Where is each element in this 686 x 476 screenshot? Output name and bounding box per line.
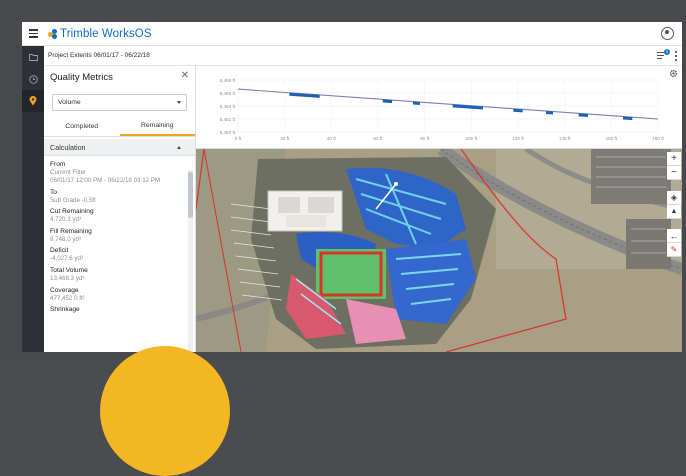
- chevron-up-icon: [177, 146, 181, 149]
- tab-completed[interactable]: Completed: [44, 117, 120, 136]
- locate-icon[interactable]: ◈: [667, 191, 681, 205]
- panel-title: Quality Metrics: [50, 71, 113, 83]
- row-deficit: Deficit -4,027.6 yd³: [50, 247, 195, 263]
- row-value: Current Filter: [50, 169, 87, 176]
- app-window: Trimble WorksOS Project Extents 06/01/17…: [22, 22, 682, 352]
- profile-line: [237, 88, 659, 120]
- zoom-in-icon[interactable]: +: [667, 152, 681, 166]
- x-tick-label: 0 ft: [235, 136, 242, 141]
- x-tick-label: 60 ft: [374, 136, 384, 141]
- tab-remaining[interactable]: Remaining: [119, 117, 195, 136]
- row-label: Coverage: [50, 286, 79, 294]
- profile-chart-svg: 5,468 ft 5,466 ft 5,464 ft 5,462 ft 5,460 ft…: [220, 78, 665, 141]
- hamburger-menu-icon[interactable]: [22, 22, 44, 46]
- row-label: Fill Remaining: [50, 227, 92, 235]
- clock-icon: [28, 74, 38, 84]
- quality-metrics-panel: Quality Metrics ✕ Volume Completed Remai…: [44, 66, 196, 352]
- decorative-orange-circle: [100, 346, 230, 476]
- x-tick-label: 180 ft: [652, 136, 664, 141]
- row-coverage: Coverage 477,452.0 ft²: [50, 287, 195, 303]
- row-value: -4,027.6 yd³: [50, 255, 84, 263]
- zoom-out-icon[interactable]: −: [667, 166, 681, 180]
- metric-tabs: Completed Remaining: [44, 117, 195, 137]
- y-tick-label: 5,460 ft: [220, 130, 236, 135]
- row-label: Total Volume: [50, 266, 88, 274]
- aerial-map-imagery: [196, 149, 682, 352]
- rail-item-quality[interactable]: [22, 90, 44, 112]
- terrain-icon[interactable]: ▲: [667, 205, 681, 219]
- row-value-range: 06/01/17 12:00 PM - 06/22/18 03:12 PM: [50, 177, 161, 184]
- filter-button[interactable]: 1: [657, 49, 670, 60]
- map-toolbar: + − ◈ ▲ ← ✎: [666, 149, 682, 352]
- location-pin-icon: [29, 96, 37, 106]
- chevron-down-icon: [177, 101, 181, 104]
- row-label: From: [50, 161, 66, 168]
- brand-logo: Trimble WorksOS: [48, 28, 152, 40]
- y-tick-label: 5,468 ft: [220, 78, 236, 83]
- row-label: Cut Remaining: [50, 208, 94, 216]
- more-options-icon[interactable]: [675, 51, 678, 61]
- left-nav-rail: [22, 46, 44, 352]
- row-value: 8,748.0 yd³: [50, 235, 81, 243]
- app-header: Trimble WorksOS: [22, 22, 682, 46]
- y-tick-label: 5,466 ft: [220, 91, 236, 96]
- filter-count-badge: 1: [664, 49, 670, 55]
- row-cut-remaining: Cut Remaining 4,720.3 yd³: [50, 208, 195, 224]
- row-value: 4,720.3 yd³: [50, 216, 81, 224]
- section-title: Calculation: [50, 142, 86, 152]
- project-bar: Project Extents 06/01/17 - 06/22/18 1: [44, 46, 682, 66]
- x-tick-label: 120 ft: [512, 136, 524, 141]
- profile-fill-bar: [413, 101, 420, 106]
- row-value: 477,452.0 ft²: [50, 294, 85, 302]
- gear-icon[interactable]: [669, 69, 678, 78]
- row-value: Sub Grade -0.5ft: [50, 196, 96, 204]
- x-tick-label: 100 ft: [466, 136, 478, 141]
- metric-select-value: Volume: [58, 99, 81, 106]
- x-tick-label: 20 ft: [280, 136, 290, 141]
- user-account-icon[interactable]: [661, 27, 674, 40]
- row-shrinkage: Shrinkage: [50, 306, 195, 314]
- metric-select[interactable]: Volume: [52, 94, 187, 111]
- site-map[interactable]: + − ◈ ▲ ← ✎: [196, 149, 682, 352]
- project-label: Project Extents: [48, 52, 92, 59]
- draw-icon[interactable]: ✎: [667, 243, 681, 257]
- brand-name: Trimble WorksOS: [60, 27, 152, 40]
- scrollbar-thumb[interactable]: [188, 172, 193, 218]
- y-tick-label: 5,464 ft: [220, 104, 236, 109]
- row-label: Deficit: [50, 247, 69, 255]
- x-tick-label: 40 ft: [327, 136, 337, 141]
- row-value: 13,468.3 yd³: [50, 274, 85, 282]
- x-tick-label: 160 ft: [606, 136, 618, 141]
- row-label: To: [50, 188, 57, 196]
- panel-scrollbar[interactable]: [188, 170, 193, 352]
- rail-item-history[interactable]: [22, 68, 44, 90]
- calculation-rows: From Current Filter 06/01/17 12:00 PM - …: [44, 156, 195, 314]
- panel-header: Quality Metrics ✕: [44, 66, 195, 88]
- project-dates: 06/01/17 - 06/22/18: [93, 52, 150, 59]
- back-arrow-icon[interactable]: ←: [667, 229, 681, 243]
- row-from: From Current Filter 06/01/17 12:00 PM - …: [50, 161, 195, 185]
- y-tick-label: 5,462 ft: [220, 117, 236, 122]
- calculation-section-header[interactable]: Calculation: [44, 139, 195, 156]
- row-fill-remaining: Fill Remaining 8,748.0 yd³: [50, 228, 195, 244]
- project-extents[interactable]: Project Extents 06/01/17 - 06/22/18: [48, 52, 150, 59]
- row-to: To Sub Grade -0.5ft: [50, 189, 195, 205]
- rail-item-folder[interactable]: [22, 46, 44, 68]
- row-total-volume: Total Volume 13,468.3 yd³: [50, 267, 195, 283]
- x-tick-label: 140 ft: [559, 136, 571, 141]
- profile-fill-bar: [546, 111, 553, 115]
- trimble-logo-icon: [48, 28, 58, 39]
- close-icon[interactable]: ✕: [181, 71, 189, 81]
- x-tick-label: 80 ft: [420, 136, 430, 141]
- row-label: Shrinkage: [50, 306, 80, 314]
- folder-icon: [28, 54, 38, 61]
- profile-chart: 5,468 ft 5,466 ft 5,464 ft 5,462 ft 5,460 ft…: [196, 66, 682, 149]
